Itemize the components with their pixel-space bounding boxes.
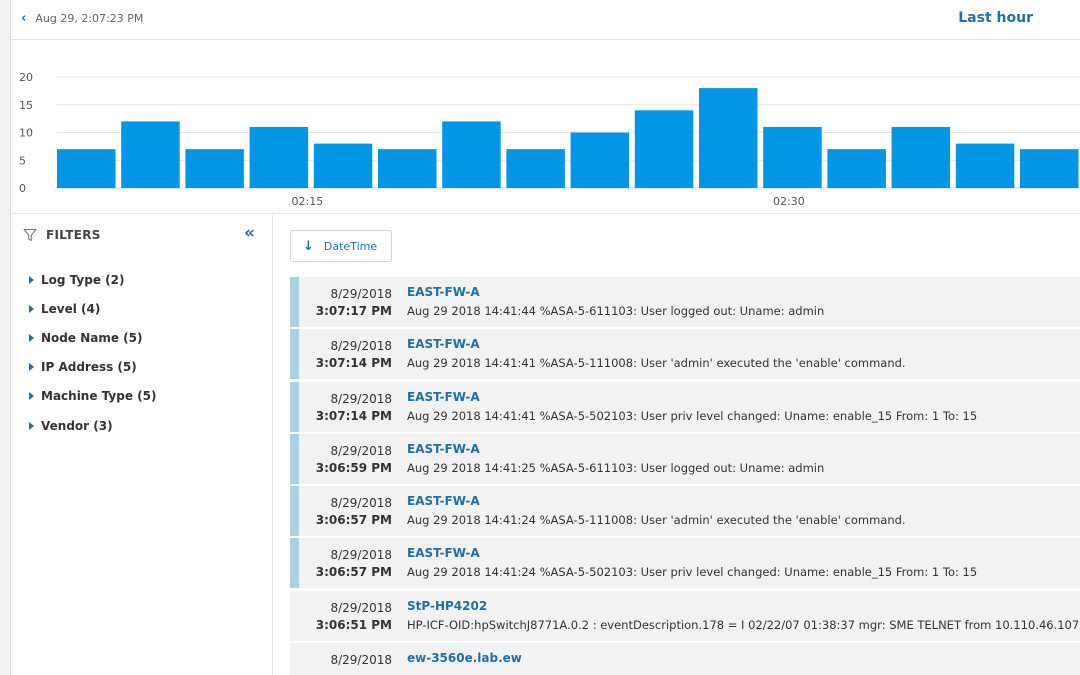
histogram-bar[interactable] xyxy=(442,121,501,188)
log-time: 3:07:17 PM xyxy=(315,304,392,318)
time-range-selector[interactable]: Last hour xyxy=(958,10,1033,26)
filter-item[interactable]: Log Type (2) xyxy=(29,265,156,294)
log-date: 8/29/2018 xyxy=(330,496,392,511)
log-row[interactable]: 8/29/2018 3:07:14 PM EAST-FW-A Aug 29 2018 … xyxy=(290,329,1080,380)
histogram-bar[interactable] xyxy=(313,143,373,188)
filter-funnel-icon xyxy=(23,228,37,242)
log-row[interactable]: 8/29/2018 3:06:57 PM EAST-FW-A Aug 29 2018 … xyxy=(290,486,1080,537)
caret-right-icon xyxy=(29,333,34,342)
log-node-name[interactable]: EAST-FW-A xyxy=(407,494,480,508)
log-time: 3:07:14 PM xyxy=(315,408,392,423)
header-bar: ‹ Aug 29, 2:07:23 PM Last hour xyxy=(11,0,1080,40)
histogram-bar[interactable] xyxy=(57,149,116,188)
filters-sidebar: FILTERS « Log Type (2) Level (4) Node Name… xyxy=(11,215,273,675)
filter-label: Vendor (3) xyxy=(41,418,113,433)
log-list-area: ↓ DateTime 8/29/2018 3:07:17 PM EAST-FW-A A… xyxy=(274,215,1080,675)
chevron-left-icon: ‹ xyxy=(21,11,27,26)
sort-down-arrow-icon: ↓ xyxy=(303,238,314,254)
filter-label: Level (4) xyxy=(41,301,101,316)
filter-item[interactable]: Machine Type (5) xyxy=(29,382,156,411)
histogram-bar[interactable] xyxy=(699,88,758,188)
histogram-bar[interactable] xyxy=(763,126,822,188)
log-node-name[interactable]: ew-3560e.lab.ew xyxy=(407,651,522,665)
histogram-bar[interactable] xyxy=(570,132,630,189)
caret-right-icon xyxy=(29,304,34,313)
histogram-bar[interactable] xyxy=(506,149,565,188)
caret-right-icon xyxy=(29,275,34,284)
y-tick-label: 20 xyxy=(19,71,33,84)
filter-item[interactable]: Node Name (5) xyxy=(29,323,156,352)
log-row[interactable]: 8/29/2018 3:07:17 PM EAST-FW-A Aug 29 2018 … xyxy=(290,277,1080,327)
filter-item[interactable]: Level (4) xyxy=(29,294,156,323)
y-tick-label: 5 xyxy=(19,154,26,167)
log-row[interactable]: 8/29/2018 3:06:57 PM EAST-FW-A Aug 29 2018 … xyxy=(290,538,1080,589)
log-date: 8/29/2018 xyxy=(330,600,392,615)
log-time: 3:06:51 PM xyxy=(315,617,392,632)
log-node-name[interactable]: EAST-FW-A xyxy=(407,442,480,456)
log-message: Aug 29 2018 14:41:41 %ASA-5-502103: User… xyxy=(407,408,978,423)
histogram-bar[interactable] xyxy=(634,110,694,188)
filters-header: FILTERS xyxy=(23,228,101,242)
log-date: 8/29/2018 xyxy=(330,443,392,458)
log-message: Aug 29 2018 14:41:41 %ASA-5-111008: User… xyxy=(407,356,906,371)
log-node-name[interactable]: EAST-FW-A xyxy=(407,337,480,351)
histogram-svg: 0 5 10 15 20 02:15 02:30 xyxy=(19,71,1080,208)
filters-title: FILTERS xyxy=(46,228,101,242)
log-time: 3:06:59 PM xyxy=(315,460,392,475)
histogram-bar[interactable] xyxy=(249,126,309,188)
log-date: 8/29/2018 xyxy=(330,548,392,563)
log-viewer-panel: ‹ Aug 29, 2:07:23 PM Last hour 0 5 10 15 20 0… xyxy=(10,0,1080,675)
filter-item[interactable]: IP Address (5) xyxy=(29,353,156,382)
log-message: HP-ICF-OID:hpSwitchJ8771A.0.2 : eventDes… xyxy=(407,617,1080,632)
sort-label: DateTime xyxy=(323,239,378,253)
log-message: Aug 29 2018 14:41:44 %ASA-5-611103: User… xyxy=(407,304,825,318)
histogram-bar[interactable] xyxy=(378,149,437,188)
filter-label: Node Name (5) xyxy=(41,330,143,345)
log-message: Aug 29 2018 14:41:24 %ASA-5-502103: User… xyxy=(407,565,978,580)
log-rows: 8/29/2018 3:07:17 PM EAST-FW-A Aug 29 2018 … xyxy=(290,277,1080,675)
log-node-name[interactable]: EAST-FW-A xyxy=(407,285,480,299)
collapse-sidebar-button[interactable]: « xyxy=(244,225,255,242)
log-node-name[interactable]: StP-HP4202 xyxy=(407,599,487,613)
back-timestamp: Aug 29, 2:07:23 PM xyxy=(35,12,144,25)
log-time: 3:06:57 PM xyxy=(315,513,392,528)
histogram-bar[interactable] xyxy=(955,143,1015,188)
filter-label: Log Type (2) xyxy=(41,272,125,287)
histogram-bar[interactable] xyxy=(121,121,180,188)
log-row[interactable]: 8/29/2018 3:06:51 PM StP-HP4202 HP-ICF-OID:… xyxy=(290,590,1080,641)
log-time: 3:06:57 PM xyxy=(315,565,392,580)
histogram-bar[interactable] xyxy=(891,126,951,188)
x-tick-label: 02:15 xyxy=(292,195,324,208)
log-node-name[interactable]: EAST-FW-A xyxy=(407,390,480,404)
caret-right-icon xyxy=(29,363,34,372)
y-tick-label: 15 xyxy=(19,99,33,112)
histogram-bar[interactable] xyxy=(827,149,886,188)
log-row[interactable]: 8/29/2018 3:07:14 PM EAST-FW-A Aug 29 2018 … xyxy=(290,381,1080,432)
filter-label: Machine Type (5) xyxy=(41,389,157,404)
log-row[interactable]: 8/29/2018 ew-3560e.lab.ew xyxy=(290,643,1080,675)
log-row[interactable]: 8/29/2018 3:06:59 PM EAST-FW-A Aug 29 2018 … xyxy=(290,433,1080,484)
log-node-name[interactable]: EAST-FW-A xyxy=(407,546,480,560)
log-time: 3:07:14 PM xyxy=(315,356,392,371)
caret-right-icon xyxy=(29,392,34,401)
filter-label: IP Address (5) xyxy=(41,360,137,375)
x-tick-label: 02:30 xyxy=(773,195,805,208)
log-message: Aug 29 2018 14:41:25 %ASA-5-611103: User… xyxy=(407,460,825,475)
log-date: 8/29/2018 xyxy=(330,287,392,301)
log-message: Aug 29 2018 14:41:24 %ASA-5-111008: User… xyxy=(407,513,906,528)
log-date: 8/29/2018 xyxy=(330,653,392,668)
back-button[interactable]: ‹ Aug 29, 2:07:23 PM xyxy=(21,12,143,25)
sort-datetime-button[interactable]: ↓ DateTime xyxy=(290,230,392,262)
log-date: 8/29/2018 xyxy=(330,391,392,406)
log-date: 8/29/2018 xyxy=(330,339,392,354)
histogram-bar[interactable] xyxy=(185,149,244,188)
y-tick-label: 10 xyxy=(19,127,33,140)
histogram-bar[interactable] xyxy=(1020,149,1079,188)
event-histogram: 0 5 10 15 20 02:15 02:30 xyxy=(11,41,1080,214)
filter-list: Log Type (2) Level (4) Node Name (5) IP Add… xyxy=(29,265,156,440)
filter-item[interactable]: Vendor (3) xyxy=(29,411,156,440)
caret-right-icon xyxy=(29,421,34,430)
y-tick-label: 0 xyxy=(19,182,26,195)
